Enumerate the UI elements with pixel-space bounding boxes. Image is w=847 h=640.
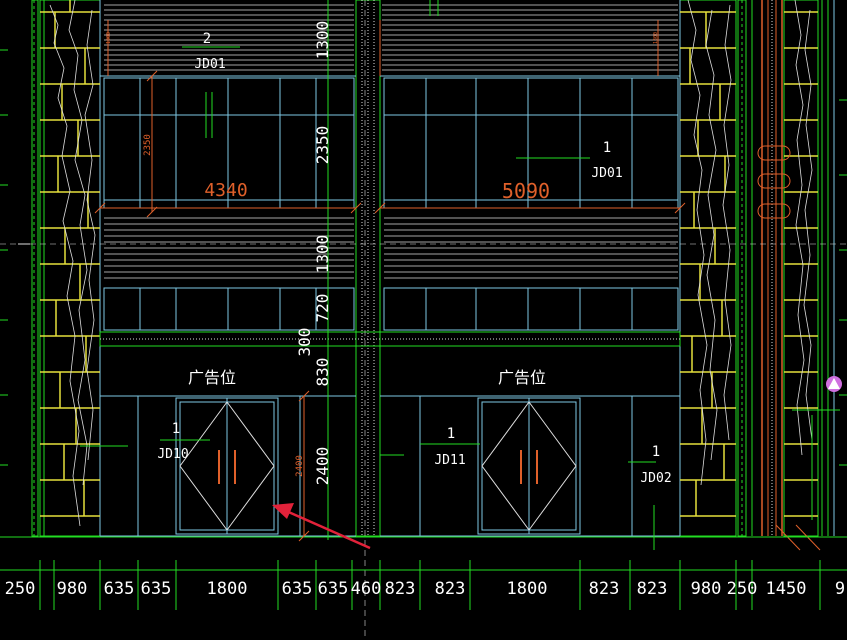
width-dim-right: 5090: [502, 179, 550, 203]
bottom-dim: 460: [351, 579, 382, 599]
bottom-dim: 980: [57, 579, 88, 599]
sign-left: 广告位: [188, 368, 236, 387]
dim-2400: 2400: [313, 447, 332, 486]
red-arrow: [272, 503, 371, 550]
storefront: [100, 396, 680, 537]
bottom-dim: 635: [282, 579, 313, 599]
small-dim-1300-left: 1300: [106, 32, 112, 44]
top-louvres: [104, 4, 678, 71]
bottom-dim: 635: [104, 579, 135, 599]
facade-drawing: 2 JD01 1 JD01 4340 5090 1300 2350 1300 7…: [0, 0, 847, 640]
bottom-dim: 1800: [207, 579, 248, 599]
width-dim-left: 4340: [204, 180, 247, 201]
dim-1300-top: 1300: [313, 21, 332, 60]
door-right-code: JD02: [640, 471, 671, 486]
bottom-dim: 980: [691, 579, 722, 599]
sign-right: 广告位: [498, 368, 546, 387]
upper-windows: [103, 77, 679, 209]
upper-left-code: JD01: [194, 57, 225, 72]
bottom-dim: 635: [318, 579, 349, 599]
bottom-dim: 250: [727, 579, 758, 599]
small-dim-2350: 2350: [143, 134, 153, 156]
center-pier: [355, 0, 381, 537]
small-dim-1300-right: 1300: [653, 32, 659, 44]
dim-830: 830: [313, 358, 332, 387]
bottom-dim: 823: [637, 579, 668, 599]
door-right-number: 1: [652, 444, 660, 460]
dim-2350: 2350: [313, 126, 332, 165]
clerestory: [103, 287, 679, 331]
door-mid-code: JD11: [434, 453, 465, 468]
right-wall: [679, 0, 835, 537]
right-door: [477, 397, 581, 535]
left-door: [175, 397, 279, 535]
dim-720: 720: [313, 294, 332, 323]
bottom-dim: 823: [435, 579, 466, 599]
upper-left-number: 2: [203, 31, 211, 47]
middle-louvres: [104, 217, 678, 279]
door-mid-number: 1: [447, 426, 455, 442]
upper-right-number: 1: [603, 140, 611, 156]
door-left-code: JD10: [157, 447, 188, 462]
bottom-dim: 823: [589, 579, 620, 599]
magenta-marker: [826, 376, 842, 392]
bottom-dim: 635: [141, 579, 172, 599]
vertical-dim-line: [94, 20, 686, 542]
bottom-dim: 823: [385, 579, 416, 599]
upper-right-code: JD01: [591, 166, 622, 181]
dim-1300-mid: 1300: [313, 235, 332, 274]
small-dim-2400: 2400: [295, 455, 305, 477]
bottom-dim: 1800: [507, 579, 548, 599]
door-left-number: 1: [172, 421, 180, 437]
pipe-column: [751, 0, 821, 551]
left-wall: [31, 0, 101, 537]
bottom-dim: 9: [835, 579, 845, 599]
bottom-dim: 250: [5, 579, 36, 599]
bottom-dim: 1450: [766, 579, 807, 599]
dim-300: 300: [295, 328, 314, 357]
